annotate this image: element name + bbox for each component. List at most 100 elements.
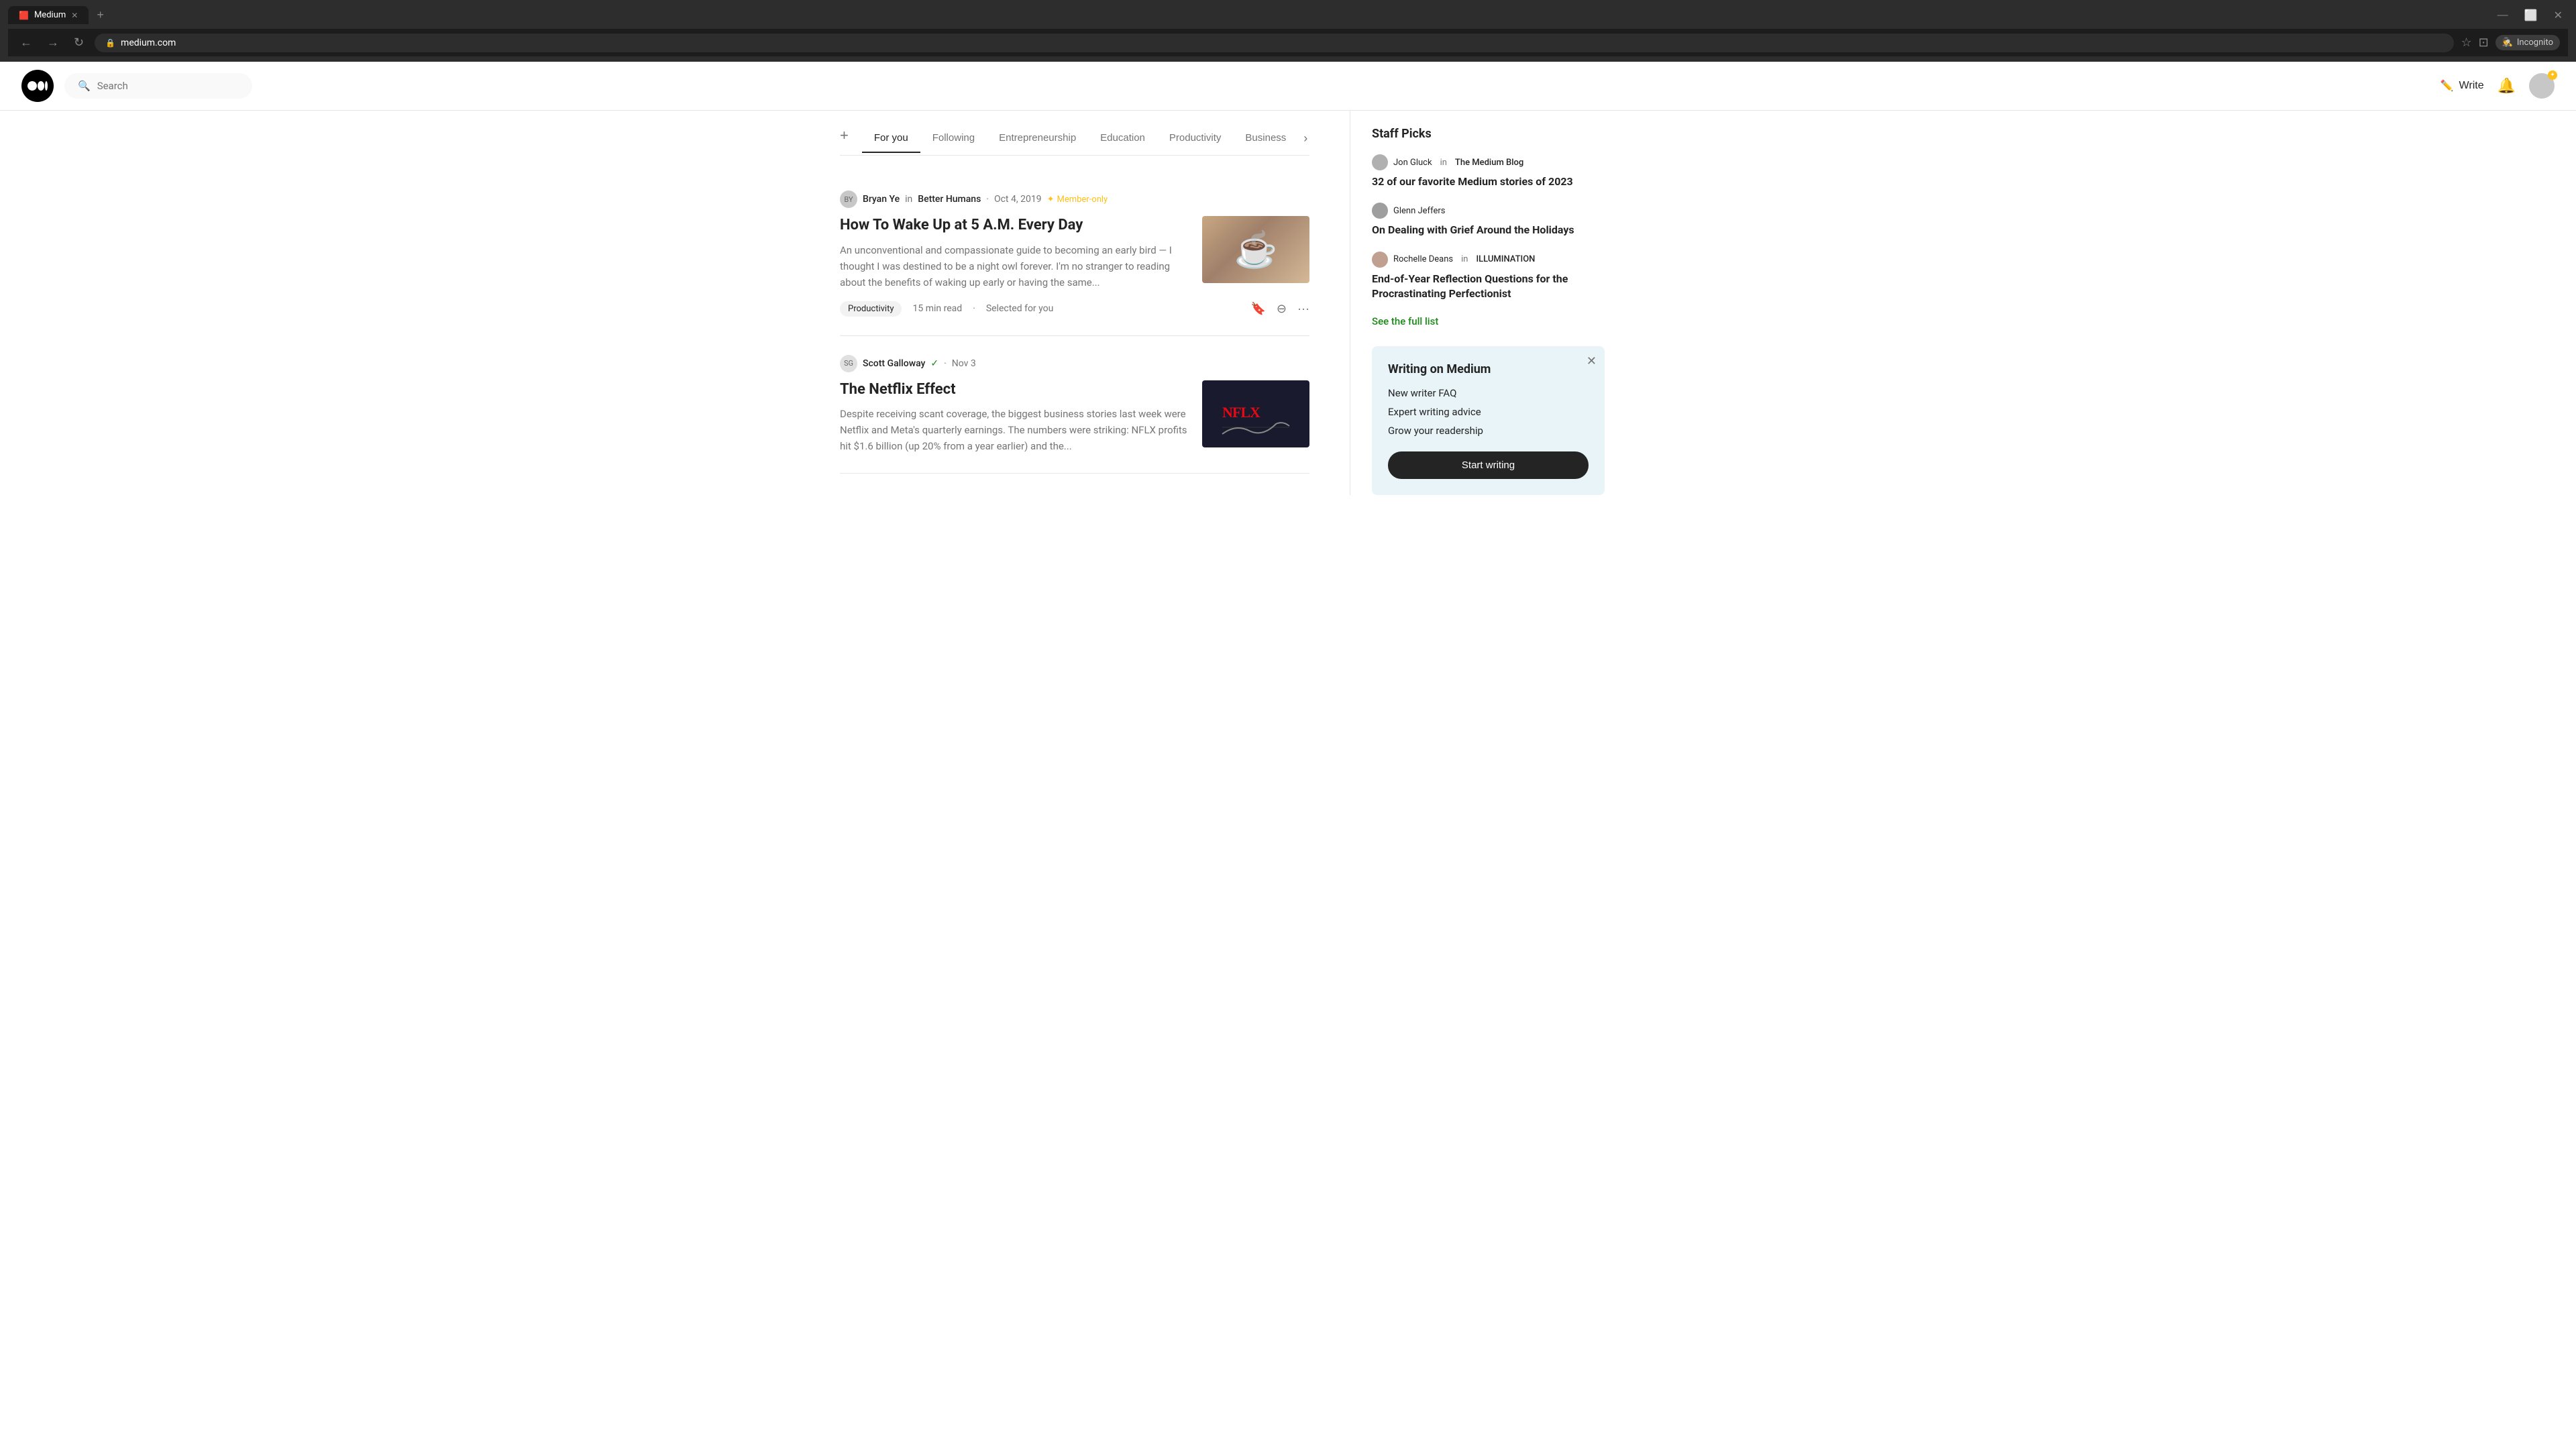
- sp-author-name: Rochelle Deans: [1393, 254, 1453, 264]
- tabs-scroll-right-button[interactable]: ›: [1298, 126, 1313, 151]
- search-icon: 🔍: [78, 80, 91, 92]
- svg-text:NFLX: NFLX: [1222, 404, 1260, 421]
- back-button[interactable]: ←: [16, 33, 36, 52]
- staff-pick-item[interactable]: Jon Gluck in The Medium Blog 32 of our f…: [1372, 154, 1605, 189]
- tab-entrepreneurship[interactable]: Entrepreneurship: [987, 124, 1088, 153]
- browser-toolbar: ← → ↻ 🔒 medium.com ☆ ⊡ 🕵 Incognito: [8, 29, 2568, 56]
- tab-following[interactable]: Following: [920, 124, 987, 153]
- member-badge: ✦ Member-only: [1047, 195, 1108, 205]
- sp-avatar: [1372, 252, 1388, 268]
- article-body: How To Wake Up at 5 A.M. Every Day An un…: [840, 216, 1309, 290]
- article-excerpt: Despite receiving scant coverage, the bi…: [840, 406, 1189, 454]
- minimize-button[interactable]: —: [2492, 6, 2514, 25]
- start-writing-button[interactable]: Start writing: [1388, 451, 1589, 479]
- writing-card-close-button[interactable]: ✕: [1587, 354, 1597, 368]
- tab-education[interactable]: Education: [1088, 124, 1157, 153]
- article-thumbnail[interactable]: ☕: [1202, 216, 1309, 283]
- coffee-image: ☕: [1202, 216, 1309, 283]
- tab-close-button[interactable]: ✕: [71, 11, 78, 20]
- tab-label: Medium: [34, 10, 66, 20]
- article-card: BY Bryan Ye in Better Humans · Oct 4, 20…: [840, 172, 1309, 336]
- write-icon: ✏️: [2440, 79, 2454, 93]
- hide-button[interactable]: ⊖: [1277, 302, 1287, 316]
- sp-author: Rochelle Deans in ILLUMINATION: [1372, 252, 1605, 268]
- writing-on-medium-card: ✕ Writing on Medium New writer FAQ Exper…: [1372, 346, 1605, 495]
- search-bar[interactable]: 🔍 Search: [64, 73, 252, 99]
- footer-dot: ·: [973, 303, 975, 314]
- author-avatar: SG: [840, 355, 857, 372]
- writing-card-title: Writing on Medium: [1388, 362, 1589, 376]
- article-text: The Netflix Effect Despite receiving sca…: [840, 380, 1189, 455]
- medium-header: 🔍 Search ✏️ Write 🔔 ✦: [0, 62, 2576, 111]
- article-body: The Netflix Effect Despite receiving sca…: [840, 380, 1309, 455]
- main-content: + For you Following Entrepreneurship Edu…: [818, 111, 1758, 495]
- article-card: SG Scott Galloway ✓ · Nov 3 The Netflix …: [840, 336, 1309, 474]
- author-name[interactable]: Bryan Ye: [863, 194, 900, 205]
- grow-readership-link[interactable]: Grow your readership: [1388, 425, 1589, 437]
- sp-author: Jon Gluck in The Medium Blog: [1372, 154, 1605, 170]
- maximize-button[interactable]: ⬜: [2519, 6, 2543, 25]
- write-label: Write: [2459, 80, 2484, 92]
- new-writer-faq-link[interactable]: New writer FAQ: [1388, 387, 1589, 399]
- meta-separator: ·: [944, 358, 947, 369]
- author-name[interactable]: Scott Galloway: [863, 358, 925, 369]
- article-date: Nov 3: [952, 358, 976, 369]
- forward-button[interactable]: →: [43, 33, 63, 52]
- badge-icon: ✦: [2550, 72, 2555, 78]
- refresh-button[interactable]: ↻: [70, 33, 88, 52]
- user-avatar[interactable]: ✦: [2529, 73, 2555, 99]
- incognito-label: Incognito: [2517, 38, 2553, 48]
- article-title[interactable]: How To Wake Up at 5 A.M. Every Day: [840, 216, 1189, 235]
- close-button[interactable]: ✕: [2548, 6, 2568, 25]
- url-text: medium.com: [121, 38, 176, 48]
- pub-name[interactable]: Better Humans: [918, 194, 981, 205]
- tab-productivity[interactable]: Productivity: [1157, 124, 1234, 153]
- staff-picks-title: Staff Picks: [1372, 127, 1605, 141]
- avatar-badge: ✦: [2548, 70, 2557, 80]
- expert-writing-link[interactable]: Expert writing advice: [1388, 406, 1589, 418]
- article-excerpt: An unconventional and compassionate guid…: [840, 242, 1189, 290]
- save-button[interactable]: 🔖: [1251, 302, 1266, 316]
- article-meta: BY Bryan Ye in Better Humans · Oct 4, 20…: [840, 191, 1309, 208]
- sp-pub-name: ILLUMINATION: [1476, 254, 1535, 264]
- verified-icon: ✓: [930, 358, 938, 369]
- staff-pick-item[interactable]: Rochelle Deans in ILLUMINATION End-of-Ye…: [1372, 252, 1605, 302]
- star-icon[interactable]: ☆: [2461, 36, 2471, 50]
- new-tab-button[interactable]: +: [91, 5, 109, 25]
- medium-logo[interactable]: [21, 70, 54, 102]
- sp-author: Glenn Jeffers: [1372, 203, 1605, 219]
- sp-in: in: [1461, 254, 1468, 264]
- active-tab[interactable]: 🟥 Medium ✕: [8, 6, 89, 24]
- browser-tabs: 🟥 Medium ✕ + — ⬜ ✕: [8, 5, 2568, 25]
- read-time: 15 min read: [912, 303, 962, 314]
- star-icon: ✦: [1047, 195, 1055, 205]
- netflix-image: NFLX: [1202, 380, 1309, 447]
- sp-author-name: Glenn Jeffers: [1393, 206, 1445, 216]
- member-label: Member-only: [1057, 195, 1108, 205]
- notification-button[interactable]: 🔔: [2498, 77, 2516, 95]
- sp-title: On Dealing with Grief Around the Holiday…: [1372, 223, 1605, 237]
- sp-author-name: Jon Gluck: [1393, 158, 1432, 168]
- article-title[interactable]: The Netflix Effect: [840, 380, 1189, 400]
- write-button[interactable]: ✏️ Write: [2440, 79, 2484, 93]
- header-actions: ✏️ Write 🔔 ✦: [2440, 73, 2555, 99]
- sp-avatar: [1372, 203, 1388, 219]
- tab-favicon: 🟥: [19, 11, 29, 20]
- meta-separator: ·: [986, 194, 989, 205]
- tag-badge[interactable]: Productivity: [840, 301, 902, 317]
- staff-pick-item[interactable]: Glenn Jeffers On Dealing with Grief Arou…: [1372, 203, 1605, 237]
- more-button[interactable]: ···: [1297, 302, 1309, 316]
- sp-avatar: [1372, 154, 1388, 170]
- address-bar[interactable]: 🔒 medium.com: [95, 34, 2454, 52]
- incognito-badge: 🕵 Incognito: [2496, 35, 2560, 50]
- article-thumbnail[interactable]: NFLX: [1202, 380, 1309, 447]
- feed: + For you Following Entrepreneurship Edu…: [840, 111, 1350, 495]
- see-full-list-link[interactable]: See the full list: [1372, 315, 1605, 327]
- tab-business[interactable]: Business: [1233, 124, 1298, 153]
- search-placeholder: Search: [97, 80, 128, 92]
- extensions-icon[interactable]: ⊡: [2479, 36, 2489, 50]
- article-actions: 🔖 ⊖ ···: [1251, 302, 1310, 316]
- author-avatar: BY: [840, 191, 857, 208]
- add-topic-button[interactable]: +: [840, 121, 857, 155]
- tab-for-you[interactable]: For you: [862, 124, 920, 153]
